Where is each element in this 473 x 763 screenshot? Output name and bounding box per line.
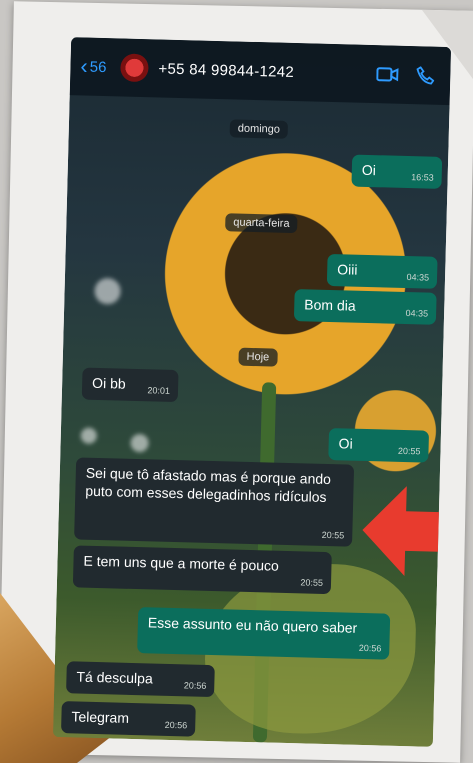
date-chip: quarta-feira (225, 213, 298, 234)
message-text: Telegram (71, 708, 130, 726)
date-chip: domingo (229, 119, 289, 139)
message-text: Oi bb (91, 374, 126, 392)
message-text: Sei que tô afastado mas é porque ando pu… (85, 464, 332, 505)
message-text: Oiii (337, 261, 358, 278)
message-text: Bom dia (304, 296, 356, 314)
message-time: 20:56 (358, 642, 382, 654)
message-text: Oi (338, 435, 353, 452)
background-light (130, 433, 149, 453)
avatar[interactable] (120, 53, 149, 83)
message-time: 04:35 (405, 307, 429, 319)
message-bubble[interactable]: Tá desculpa 20:56 (66, 661, 215, 698)
chevron-left-icon: ‹ (80, 53, 89, 79)
message-bubble[interactable]: Esse assunto eu não quero saber 20:56 (137, 607, 391, 660)
message-time: 20:55 (397, 445, 421, 457)
message-text: Oi (361, 161, 377, 179)
voice-call-button[interactable] (412, 66, 438, 85)
message-time: 20:55 (300, 577, 324, 588)
back-button[interactable]: ‹ 56 (80, 53, 107, 80)
message-text: E tem uns que a morte é pouco (83, 552, 280, 574)
video-icon (376, 67, 399, 82)
background-light (94, 277, 121, 305)
message-bubble[interactable]: Oi 16:53 (351, 154, 443, 189)
video-call-button[interactable] (374, 66, 400, 83)
contact-title[interactable]: +55 84 99844-1242 (158, 60, 374, 83)
message-time: 20:01 (147, 385, 171, 396)
message-text: Esse assunto eu não quero saber (147, 614, 358, 636)
message-text: Tá desculpa (76, 668, 153, 687)
message-bubble[interactable]: Oiii 04:35 (326, 253, 438, 289)
background-light (80, 427, 98, 444)
chat-header: ‹ 56 +55 84 99844-1242 (69, 37, 452, 106)
message-time: 20:56 (183, 680, 207, 691)
date-chip: Hoje (238, 347, 278, 367)
message-bubble[interactable]: Oi 20:55 (328, 428, 430, 463)
message-bubble[interactable]: E tem uns que a morte é pouco 20:55 (72, 545, 332, 595)
message-bubble[interactable]: Bom dia 04:35 (293, 289, 437, 325)
message-bubble[interactable]: Telegram 20:56 (61, 701, 196, 737)
message-time: 04:35 (406, 272, 430, 283)
message-time: 20:55 (321, 529, 345, 541)
message-time: 20:56 (164, 719, 188, 731)
phone-icon (416, 66, 435, 85)
unread-count: 56 (89, 58, 107, 76)
message-time: 16:53 (411, 172, 434, 183)
message-bubble[interactable]: Sei que tô afastado mas é porque ando pu… (74, 457, 355, 547)
chat-screenshot: ‹ 56 +55 84 99844-1242 domingo quarta-fe… (52, 37, 452, 747)
message-bubble[interactable]: Oi bb 20:01 (81, 367, 179, 403)
